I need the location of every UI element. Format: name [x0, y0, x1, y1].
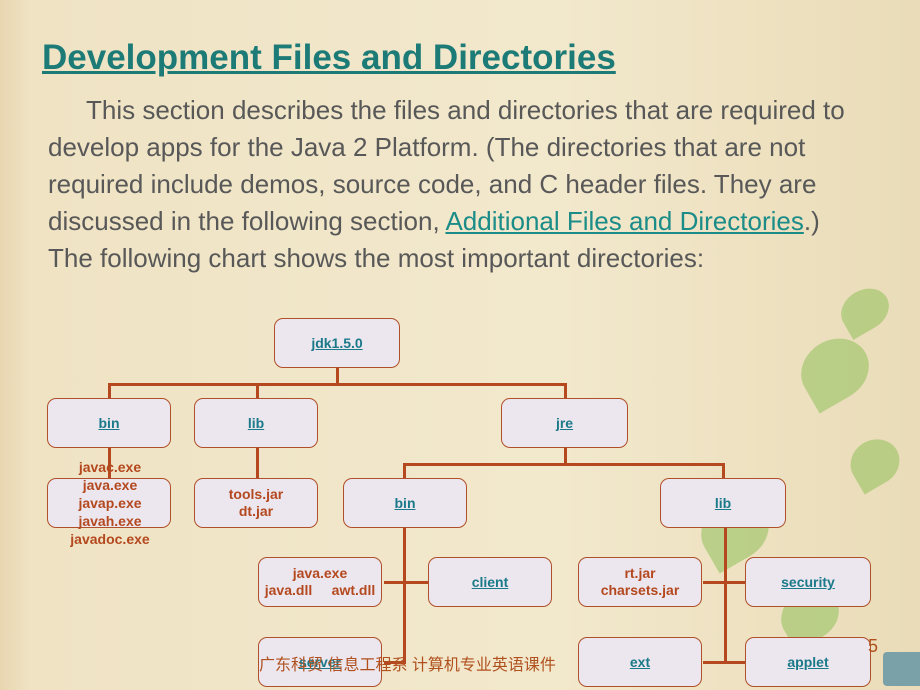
node-jdk: jdk1.5.0 — [274, 318, 400, 368]
connector — [403, 528, 406, 663]
connector — [564, 383, 567, 398]
file-name: javah.exe — [78, 513, 142, 529]
node-jre-bin-files: java.exe java.dll awt.dll — [258, 557, 382, 607]
file-name: tools.jar — [228, 486, 284, 502]
node-jre-lib: lib — [660, 478, 786, 528]
ext-link[interactable]: ext — [630, 654, 650, 670]
client-link[interactable]: client — [472, 574, 509, 590]
file-name: javadoc.exe — [70, 531, 150, 547]
connector — [256, 448, 259, 478]
jre-link[interactable]: jre — [556, 415, 573, 431]
leaf-decoration — [842, 430, 908, 495]
bin-link[interactable]: bin — [99, 415, 120, 431]
node-bin: bin — [47, 398, 171, 448]
file-name: dt.jar — [238, 503, 274, 519]
node-applet: applet — [745, 637, 871, 687]
bin-files-list: javac.exe java.exe javap.exe javah.exe j… — [60, 458, 160, 548]
connector — [403, 463, 406, 478]
node-security: security — [745, 557, 871, 607]
file-name: javap.exe — [78, 495, 142, 511]
connector — [724, 528, 727, 663]
logo — [883, 652, 920, 686]
connector — [384, 581, 428, 584]
connector — [403, 463, 725, 466]
leaf-decoration — [833, 280, 897, 340]
description-paragraph: This section describes the files and dir… — [48, 92, 848, 277]
page-number: 5 — [868, 636, 879, 656]
file-name: java.dll awt.dll — [264, 582, 376, 598]
node-jre-bin: bin — [343, 478, 467, 528]
connector — [108, 383, 111, 398]
file-name: charsets.jar — [600, 582, 680, 598]
connector — [256, 383, 259, 398]
slide: Development Files and Directories This s… — [0, 0, 920, 690]
connector — [722, 463, 725, 478]
node-client: client — [428, 557, 552, 607]
security-link[interactable]: security — [781, 574, 835, 590]
file-name: java.exe — [82, 477, 138, 493]
connector — [108, 383, 567, 386]
page-title: Development Files and Directories — [42, 38, 616, 77]
node-jre: jre — [501, 398, 628, 448]
node-jre-lib-files: rt.jar charsets.jar — [578, 557, 702, 607]
lib-link[interactable]: lib — [248, 415, 264, 431]
jre-lib-link[interactable]: lib — [715, 495, 731, 511]
node-lib: lib — [194, 398, 318, 448]
footer-text: 广东科贸 信息工程系 计算机专业英语课件 — [259, 657, 556, 674]
node-lib-files: tools.jar dt.jar — [194, 478, 318, 528]
leaf-decoration — [789, 326, 881, 414]
additional-files-link[interactable]: Additional Files and Directories — [445, 206, 803, 236]
file-name: javac.exe — [78, 459, 142, 475]
connector — [703, 581, 745, 584]
connector — [703, 661, 745, 664]
jdk-link[interactable]: jdk1.5.0 — [311, 335, 362, 351]
node-ext: ext — [578, 637, 702, 687]
file-name: rt.jar — [624, 565, 656, 581]
applet-link[interactable]: applet — [787, 654, 828, 670]
file-name: java.exe — [292, 565, 348, 581]
jre-bin-link[interactable]: bin — [395, 495, 416, 511]
